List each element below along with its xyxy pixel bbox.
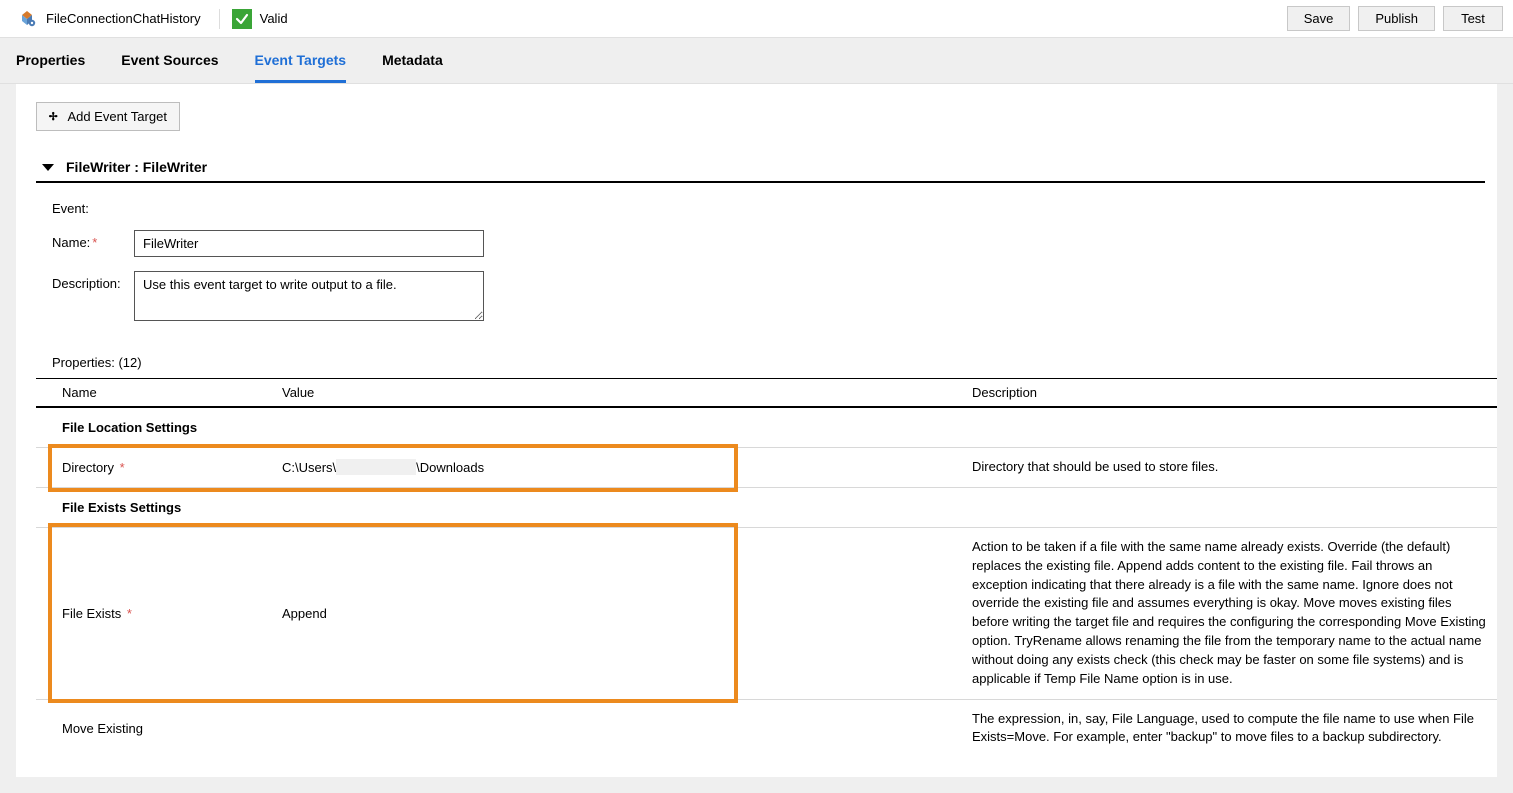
divider bbox=[219, 9, 220, 29]
properties-count-label: Properties: (12) bbox=[52, 355, 1497, 370]
top-bar: FileConnectionChatHistory Valid Save Pub… bbox=[0, 0, 1513, 38]
row-file-exists[interactable]: File Exists * Append Action to be taken … bbox=[36, 527, 1497, 699]
content-panel: ✢ Add Event Target FileWriter : FileWrit… bbox=[16, 84, 1497, 777]
group-file-exists-label: File Exists Settings bbox=[36, 487, 1497, 527]
file-exists-description-cell: Action to be taken if a file with the sa… bbox=[946, 527, 1497, 699]
directory-name-cell: Directory * bbox=[36, 448, 256, 488]
col-description-header: Description bbox=[946, 379, 1497, 408]
name-label: Name:* bbox=[52, 230, 134, 250]
publish-button[interactable]: Publish bbox=[1358, 6, 1435, 31]
move-existing-value-cell[interactable] bbox=[256, 699, 946, 757]
check-icon bbox=[232, 9, 252, 29]
col-name-header: Name bbox=[36, 379, 256, 408]
add-event-target-label: Add Event Target bbox=[67, 109, 167, 124]
top-buttons: Save Publish Test bbox=[1287, 6, 1503, 31]
event-label: Event: bbox=[52, 201, 1477, 216]
name-input[interactable] bbox=[134, 230, 484, 257]
group-file-exists: File Exists Settings bbox=[36, 487, 1497, 527]
file-exists-name-cell: File Exists * bbox=[36, 527, 256, 699]
properties-table: Name Value Description File Location Set… bbox=[36, 378, 1497, 757]
file-exists-value-cell[interactable]: Append bbox=[256, 527, 946, 699]
content-wrap: ✢ Add Event Target FileWriter : FileWrit… bbox=[0, 84, 1513, 793]
page-title: FileConnectionChatHistory bbox=[46, 11, 201, 26]
test-button[interactable]: Test bbox=[1443, 6, 1503, 31]
integration-icon bbox=[18, 10, 36, 28]
tab-event-sources[interactable]: Event Sources bbox=[121, 52, 218, 83]
save-button[interactable]: Save bbox=[1287, 6, 1351, 31]
row-directory[interactable]: Directory * C:\Users\ \Downloads Directo… bbox=[36, 448, 1497, 488]
group-file-location-label: File Location Settings bbox=[36, 407, 1497, 448]
section-underline bbox=[36, 181, 1485, 183]
tabs-bar: Properties Event Sources Event Targets M… bbox=[0, 38, 1513, 84]
directory-description-cell: Directory that should be used to store f… bbox=[946, 448, 1497, 488]
tab-metadata[interactable]: Metadata bbox=[382, 52, 443, 83]
col-value-header: Value bbox=[256, 379, 946, 408]
redacted-segment bbox=[336, 459, 416, 475]
move-existing-description-cell: The expression, in, say, File Language, … bbox=[946, 699, 1497, 757]
required-marker: * bbox=[116, 460, 125, 475]
add-event-target-button[interactable]: ✢ Add Event Target bbox=[36, 102, 180, 131]
description-textarea[interactable]: Use this event target to write output to… bbox=[134, 271, 484, 321]
required-marker: * bbox=[123, 606, 132, 621]
plus-icon: ✢ bbox=[49, 110, 57, 124]
section-header[interactable]: FileWriter : FileWriter bbox=[42, 159, 1477, 175]
description-label: Description: bbox=[52, 271, 134, 291]
caret-down-icon bbox=[42, 164, 54, 171]
event-form: Event: Name:* Description: Use this even… bbox=[16, 201, 1497, 321]
table-header-row: Name Value Description bbox=[36, 379, 1497, 408]
group-file-location: File Location Settings bbox=[36, 407, 1497, 448]
valid-label: Valid bbox=[260, 11, 288, 26]
directory-value-cell[interactable]: C:\Users\ \Downloads bbox=[256, 448, 946, 488]
tab-properties[interactable]: Properties bbox=[16, 52, 85, 83]
required-marker: * bbox=[92, 235, 97, 250]
move-existing-name-cell: Move Existing bbox=[36, 699, 256, 757]
valid-badge: Valid bbox=[232, 9, 288, 29]
section-title: FileWriter : FileWriter bbox=[66, 159, 207, 175]
row-move-existing[interactable]: Move Existing The expression, in, say, F… bbox=[36, 699, 1497, 757]
tab-event-targets[interactable]: Event Targets bbox=[255, 52, 347, 83]
properties-table-container: Name Value Description File Location Set… bbox=[16, 378, 1497, 757]
